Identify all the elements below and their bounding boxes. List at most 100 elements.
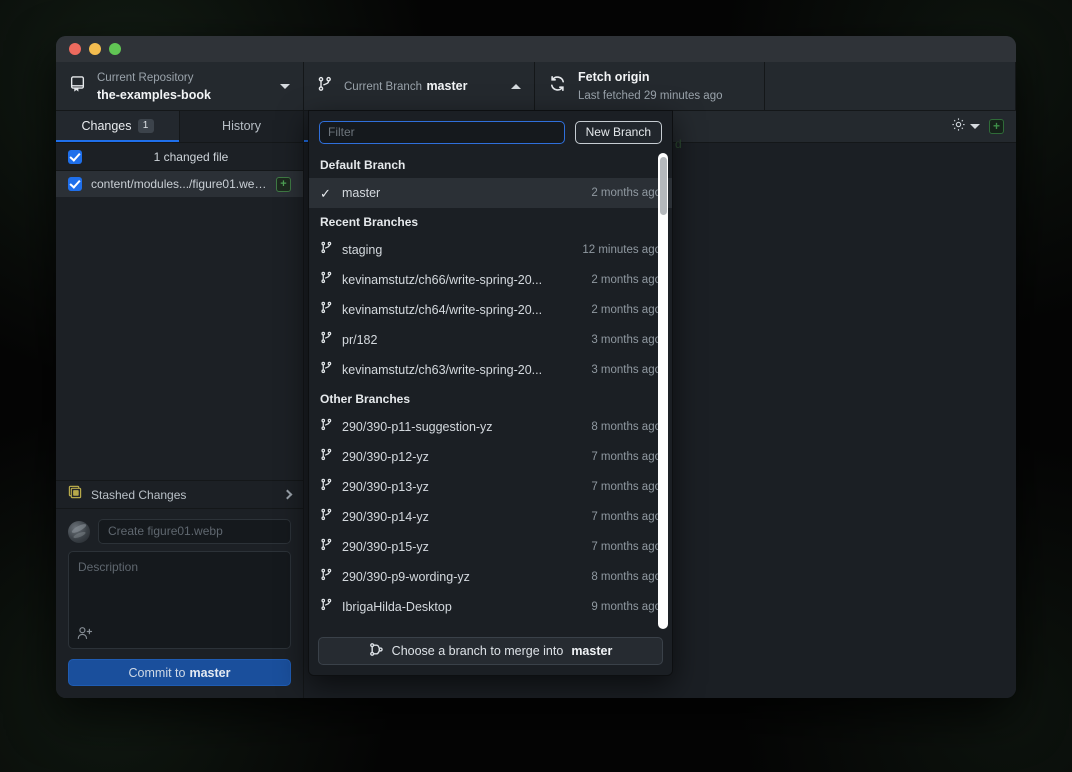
- branch-row[interactable]: 290/390-p15-yz 7 months ago: [309, 532, 672, 562]
- branch-icon: [320, 568, 333, 586]
- current-repository-value: the-examples-book: [97, 88, 211, 102]
- file-include-checkbox[interactable]: [68, 177, 82, 191]
- branch-icon: [320, 448, 333, 466]
- app-toolbar: Current Repository the-examples-book Cur…: [56, 62, 1016, 111]
- changed-files-count-label: 1 changed file: [91, 150, 291, 164]
- branch-list-scrollbar[interactable]: [658, 153, 668, 629]
- tab-history[interactable]: History: [179, 111, 303, 142]
- window-titlebar: [56, 36, 1016, 62]
- branch-row[interactable]: 290/390-p11-suggestion-yz 8 months ago: [309, 412, 672, 442]
- branch-row[interactable]: 290/390-p14-yz 7 months ago: [309, 502, 672, 532]
- branch-row[interactable]: ✓ master 2 months ago: [309, 178, 672, 208]
- branch-name-label: 290/390-p14-yz: [342, 510, 582, 524]
- branch-row[interactable]: staging 12 minutes ago: [309, 235, 672, 265]
- current-branch-value: master: [426, 79, 467, 93]
- gear-icon: [951, 117, 966, 137]
- branch-name-label: kevinamstutz/ch66/write-spring-20...: [342, 273, 582, 287]
- chevron-up-icon: [511, 84, 521, 89]
- sidebar-tabstrip: Changes 1 History: [56, 111, 303, 143]
- branch-time-label: 2 months ago: [591, 304, 661, 316]
- branch-row[interactable]: kevinamstutz/ch63/write-spring-20... 3 m…: [309, 355, 672, 385]
- branch-time-label: 9 months ago: [591, 601, 661, 613]
- fetch-origin-title: Fetch origin: [578, 70, 650, 84]
- new-branch-button[interactable]: New Branch: [575, 121, 662, 144]
- branch-row[interactable]: kevinamstutz/ch64/write-spring-20... 2 m…: [309, 295, 672, 325]
- changed-files-header: 1 changed file: [56, 143, 303, 171]
- branch-name-label: staging: [342, 243, 573, 257]
- branch-row[interactable]: 290/390-p9-wording-yz 8 months ago: [309, 562, 672, 592]
- branch-time-label: 12 minutes ago: [582, 244, 661, 256]
- merge-icon: [369, 642, 384, 660]
- branch-name-label: 290/390-p9-wording-yz: [342, 570, 582, 584]
- branch-time-label: 8 months ago: [591, 421, 661, 433]
- branch-time-label: 8 months ago: [591, 571, 661, 583]
- stashed-changes-label: Stashed Changes: [91, 488, 275, 502]
- branch-icon: [320, 478, 333, 496]
- commit-description-input[interactable]: Description: [68, 551, 291, 649]
- branch-row[interactable]: 290/390-p13-yz 7 months ago: [309, 472, 672, 502]
- check-icon: ✓: [320, 187, 333, 200]
- main-tabstrip-actions: +: [672, 111, 1016, 142]
- commit-to-master-button[interactable]: Commit to master: [68, 659, 291, 686]
- branch-name-label: 290/390-p12-yz: [342, 450, 582, 464]
- branch-icon: [320, 361, 333, 379]
- branch-icon: [320, 331, 333, 349]
- branch-icon: [320, 508, 333, 526]
- current-branch-button[interactable]: Current Branch master: [304, 62, 535, 110]
- close-window-button[interactable]: [69, 43, 81, 55]
- current-branch-label: Current Branch: [344, 81, 422, 93]
- changes-sidebar: Changes 1 History 1 changed file content…: [56, 111, 304, 698]
- tab-changes-label: Changes: [81, 119, 131, 133]
- branch-time-label: 2 months ago: [591, 274, 661, 286]
- branch-name-label: 290/390-p15-yz: [342, 540, 582, 554]
- green-add-icon[interactable]: +: [989, 119, 1004, 134]
- changed-file-row[interactable]: content/modules.../figure01.webp +: [56, 171, 303, 197]
- fetch-origin-subtitle: Last fetched 29 minutes ago: [578, 90, 723, 102]
- commit-summary-input[interactable]: Create figure01.webp: [98, 519, 291, 544]
- stashed-changes-row[interactable]: Stashed Changes: [56, 480, 303, 509]
- branch-row[interactable]: pr/182 3 months ago: [309, 325, 672, 355]
- settings-dropdown-button[interactable]: [951, 117, 980, 137]
- branch-name-label: 290/390-p11-suggestion-yz: [342, 420, 582, 434]
- branch-row[interactable]: kevinamstutz/ch66/write-spring-20... 2 m…: [309, 265, 672, 295]
- branch-icon: [320, 598, 333, 616]
- branch-time-label: 2 months ago: [591, 187, 661, 199]
- chevron-right-icon: [283, 490, 293, 500]
- branch-time-label: 7 months ago: [591, 451, 661, 463]
- branch-list-scrollbar-thumb[interactable]: [660, 157, 667, 215]
- file-list-empty-space: [56, 197, 303, 480]
- branch-list[interactable]: Default Branch ✓ master 2 months ago Rec…: [309, 151, 672, 631]
- branch-name-label: pr/182: [342, 333, 582, 347]
- current-repository-button[interactable]: Current Repository the-examples-book: [56, 62, 304, 110]
- branch-row[interactable]: 290/390-p12-yz 7 months ago: [309, 442, 672, 472]
- obscured-background-text: d: [675, 137, 682, 151]
- commit-summary-row: Create figure01.webp: [68, 519, 291, 544]
- tab-changes-count: 1: [138, 119, 154, 133]
- branch-time-label: 3 months ago: [591, 364, 661, 376]
- branch-icon: [320, 271, 333, 289]
- current-repository-label: Current Repository: [97, 72, 194, 84]
- commit-button-branch: master: [189, 666, 230, 680]
- branch-row[interactable]: IbrigaHilda-Desktop 9 months ago: [309, 592, 672, 622]
- select-all-checkbox[interactable]: [68, 150, 82, 164]
- minimize-window-button[interactable]: [89, 43, 101, 55]
- add-person-icon[interactable]: [77, 626, 93, 642]
- github-desktop-window: Current Repository the-examples-book Cur…: [56, 36, 1016, 698]
- main-body: Changes 1 History 1 changed file content…: [56, 111, 1016, 698]
- tab-changes[interactable]: Changes 1: [56, 111, 179, 142]
- commit-description-placeholder: Description: [78, 560, 138, 574]
- branch-filter-bar: Filter New Branch: [309, 111, 672, 151]
- sync-icon: [548, 74, 567, 98]
- commit-button-prefix: Commit to: [129, 666, 186, 680]
- main-pane: Branches Pull Requests 3: [304, 111, 1016, 698]
- zoom-window-button[interactable]: [109, 43, 121, 55]
- branch-time-label: 7 months ago: [591, 541, 661, 553]
- fetch-origin-button[interactable]: Fetch origin Last fetched 29 minutes ago: [535, 62, 765, 110]
- choose-branch-to-merge-button[interactable]: Choose a branch to merge into master: [318, 637, 663, 665]
- branch-filter-input[interactable]: Filter: [319, 121, 565, 144]
- branch-icon: [320, 241, 333, 259]
- commit-form: Create figure01.webp Description Commit …: [56, 509, 303, 698]
- branch-name-label: kevinamstutz/ch63/write-spring-20...: [342, 363, 582, 377]
- branch-time-label: 7 months ago: [591, 511, 661, 523]
- tab-history-label: History: [222, 119, 261, 133]
